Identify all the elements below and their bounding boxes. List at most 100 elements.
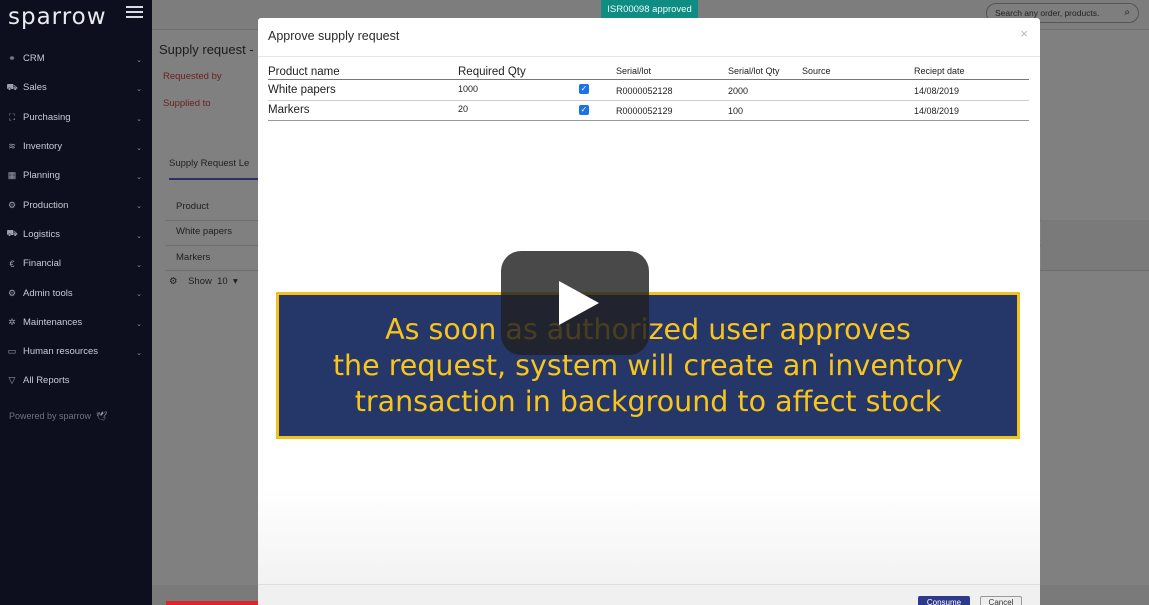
row-product: White papers [268, 84, 336, 96]
row-required-qty[interactable]: 20 [458, 104, 468, 114]
column-serial-lot: Serial/lot [616, 66, 652, 76]
row-required-qty[interactable]: 1000 [458, 84, 478, 94]
sidebar-item-inventory[interactable]: ≋ Inventory ⌄ [0, 132, 152, 161]
row-receipt-date: 14/08/2019 [914, 106, 960, 116]
row-serial-lot: R0000052129 [616, 106, 673, 116]
modal-body-fade [258, 488, 1040, 588]
sidebar-item-label: CRM [23, 53, 45, 65]
caption-line: transaction in background to affect stoc… [354, 384, 942, 418]
sidebar-item-label: Production [23, 199, 69, 211]
calendar-icon: ▦ [7, 170, 17, 181]
row-checkbox[interactable]: ✓ [579, 84, 589, 94]
chevron-down-icon: ⌄ [136, 174, 142, 182]
active-tab-indicator [169, 178, 259, 180]
sidebar-item-label: Financial [23, 258, 62, 270]
hamburger-menu-icon[interactable] [126, 6, 143, 18]
chevron-down-icon: ⌄ [136, 115, 142, 123]
row-divider [268, 120, 1029, 121]
close-icon[interactable]: × [1020, 26, 1028, 41]
chevron-down-icon: ⌄ [136, 262, 142, 270]
page-title: Supply request - I [159, 42, 261, 57]
chevron-down-icon: ⌄ [136, 57, 142, 64]
sidebar-item-label: Purchasing [23, 111, 71, 123]
header-divider [268, 79, 1029, 80]
sidebar-item-logistics[interactable]: ⛟ Logistics ⌄ [0, 220, 152, 249]
sidebar-nav: ⚭ CRM ⌄ ⛟ Sales ⌄ ⛶ Purchasing ⌄ ≋ Inventory ⌄ ▦ Plan… [0, 44, 152, 396]
sidebar-item-planning[interactable]: ▦ Planning ⌄ [0, 161, 152, 190]
sidebar-item-label: Inventory [23, 141, 63, 153]
table-row: White papers [176, 226, 232, 237]
sidebar-item-label: Planning [23, 170, 60, 182]
row-serial-lot-qty[interactable]: 2000 [728, 86, 748, 96]
chevron-down-icon: ⌄ [136, 232, 142, 240]
column-required-qty: Required Qty [458, 66, 526, 78]
powered-by: Powered by sparrow 🕊 [9, 411, 107, 422]
sidebar-item-label: Logistics [23, 228, 60, 240]
sidebar-item-crm[interactable]: ⚭ CRM ⌄ [0, 44, 152, 73]
truck-icon: ⛟ [6, 228, 18, 239]
gears-icon: ⚙ [7, 199, 17, 210]
row-serial-lot: R0000052128 [616, 86, 673, 96]
page-size-control[interactable]: ⚙ Show 10 ▾ [169, 276, 238, 287]
sidebar-item-label: Admin tools [23, 287, 73, 299]
powered-by-text: Powered by sparrow [9, 411, 92, 421]
video-play-button[interactable] [501, 251, 649, 355]
chevron-down-icon: ⌄ [136, 349, 142, 357]
row-product: Markers [268, 104, 310, 116]
consume-button[interactable]: Consume [918, 596, 970, 605]
id-card-icon: ▭ [7, 346, 17, 357]
euro-icon: € [9, 258, 15, 269]
row-checkbox[interactable]: ✓ [579, 105, 589, 115]
chevron-down-icon: ⌄ [136, 144, 142, 152]
caption-line: the request, system will create an inven… [332, 348, 964, 382]
cart-icon: ⛟ [6, 81, 18, 92]
chevron-down-icon: ⌄ [136, 86, 142, 94]
show-label: Show [188, 276, 212, 287]
sidebar-item-human-resources[interactable]: ▭ Human resources ⌄ [0, 337, 152, 366]
sidebar-item-production[interactable]: ⚙ Production ⌄ [0, 190, 152, 219]
sidebar-item-admin-tools[interactable]: ⚙ Admin tools ⌄ [0, 278, 152, 307]
chevron-down-icon: ▾ [233, 276, 238, 287]
search-icon[interactable]: ⌕ [1124, 7, 1130, 18]
table-header-product: Product [176, 201, 209, 212]
gear-icon: ⚙ [7, 287, 17, 298]
filter-icon: ▽ [8, 375, 16, 386]
app-logo[interactable]: sparrow [8, 4, 107, 30]
sidebar-item-purchasing[interactable]: ⛶ Purchasing ⌄ [0, 103, 152, 132]
supplied-to-label: Supplied to [163, 98, 211, 109]
sidebar-item-all-reports[interactable]: ▽ All Reports [0, 366, 152, 395]
sidebar-item-maintenances[interactable]: ✲ Maintenances ⌄ [0, 308, 152, 337]
handshake-icon: ⚭ [8, 53, 16, 64]
wrench-icon: ✲ [8, 316, 16, 327]
chevron-down-icon: ⌄ [136, 320, 142, 328]
sidebar: sparrow ⚭ CRM ⌄ ⛟ Sales ⌄ ⛶ Purchasing ⌄ ≋ Invento… [0, 0, 152, 605]
sidebar-item-financial[interactable]: € Financial ⌄ [0, 249, 152, 278]
page-size-select[interactable]: 10 [217, 276, 228, 287]
video-progress-fill [166, 601, 269, 605]
requested-by-label: Requested by [163, 71, 222, 82]
sparrow-bird-icon: 🕊 [96, 411, 108, 421]
cancel-button[interactable]: Cancel [980, 596, 1022, 605]
sidebar-item-label: All Reports [23, 375, 70, 387]
sidebar-item-sales[interactable]: ⛟ Sales ⌄ [0, 73, 152, 102]
purchasing-icon: ⛶ [8, 111, 16, 122]
right-panel [1041, 220, 1149, 270]
column-serial-lot-qty: Serial/lot Qty [728, 66, 780, 76]
chevron-down-icon: ⌄ [136, 203, 142, 211]
column-receipt-date: Reciept date [914, 66, 965, 76]
table-row: Markers [176, 252, 211, 263]
sidebar-item-label: Human resources [23, 346, 98, 358]
row-divider [268, 100, 1029, 101]
sidebar-item-label: Sales [23, 82, 47, 94]
row-serial-lot-qty[interactable]: 100 [728, 106, 743, 116]
divider [258, 56, 1040, 57]
chevron-down-icon: ⌄ [136, 291, 142, 299]
column-product-name: Product name [268, 66, 340, 78]
settings-icon[interactable]: ⚙ [169, 276, 178, 287]
play-icon [559, 281, 599, 325]
layers-icon: ≋ [8, 141, 16, 152]
row-receipt-date: 14/08/2019 [914, 86, 960, 96]
tab-supply-request-lines[interactable]: Supply Request Le [169, 158, 249, 169]
column-source: Source [802, 66, 831, 76]
approval-toast: ISR00098 approved [601, 0, 698, 20]
